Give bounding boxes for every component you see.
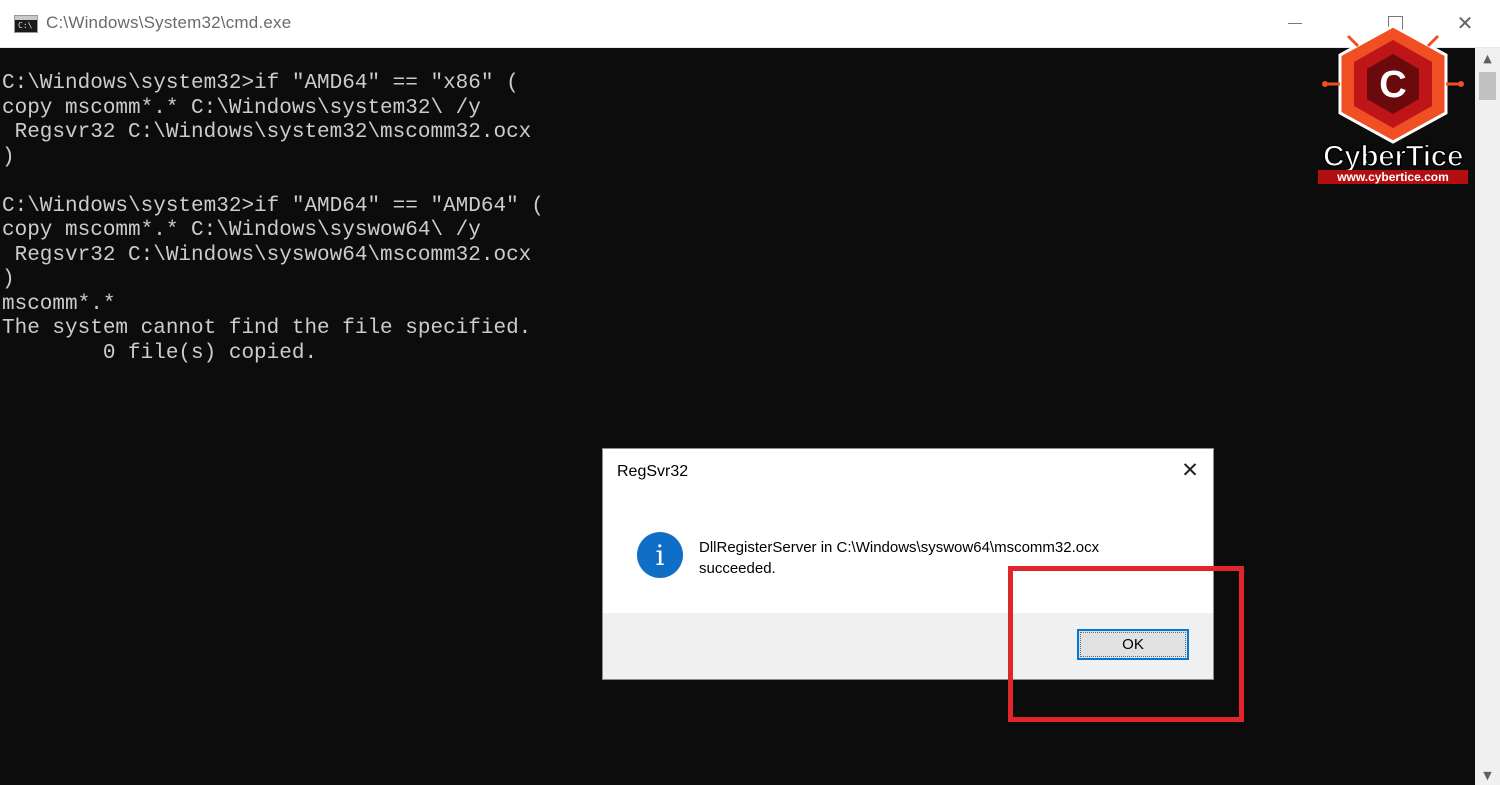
close-icon: ✕: [1181, 458, 1199, 482]
scroll-down-icon[interactable]: ▼: [1475, 765, 1500, 785]
logo-letter: C: [1379, 64, 1406, 106]
console-output: C:\Windows\system32>if "AMD64" == "x86" …: [2, 72, 544, 365]
scroll-thumb[interactable]: [1479, 72, 1496, 100]
window-titlebar: C:\ C:\Windows\System32\cmd.exe ✕: [0, 0, 1500, 48]
logo-name: CyberTice: [1322, 139, 1464, 174]
dialog-close-button[interactable]: ✕: [1177, 457, 1203, 483]
dialog-title: RegSvr32: [617, 463, 689, 480]
logo-url: www.cybertice.com: [1318, 170, 1468, 184]
dialog-message-line1: DllRegisterServer in C:\Windows\syswow64…: [699, 539, 1100, 556]
cybertice-logo: C CyberTice www.cybertice.com: [1318, 24, 1468, 186]
cybertice-logo-hexagon-icon: C: [1322, 24, 1464, 144]
info-icon: i: [637, 532, 683, 578]
cmd-icon-prompt: C:\: [18, 21, 33, 30]
vertical-scrollbar[interactable]: ▲ ▼: [1475, 48, 1500, 785]
cmd-icon: C:\: [14, 15, 38, 33]
highlight-annotation: [1008, 566, 1244, 722]
scroll-up-icon[interactable]: ▲: [1475, 48, 1500, 68]
window-title: C:\Windows\System32\cmd.exe: [46, 13, 292, 32]
minimize-icon: [1288, 22, 1302, 24]
